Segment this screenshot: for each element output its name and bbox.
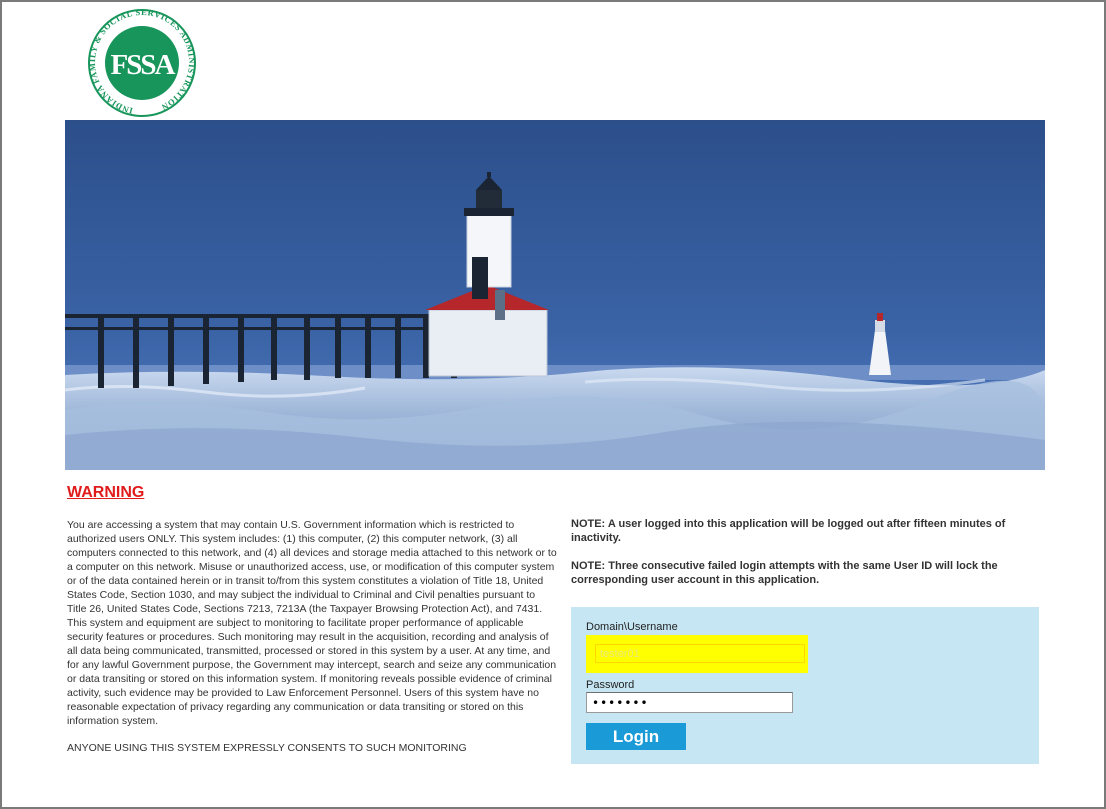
password-input[interactable] <box>586 692 793 713</box>
lockout-note: NOTE: Three consecutive failed login att… <box>571 560 998 586</box>
login-button[interactable]: Login <box>586 723 686 750</box>
username-input[interactable] <box>595 644 805 663</box>
logo-monogram: FSSA <box>111 49 176 81</box>
warning-title: WARNING <box>67 484 145 501</box>
inactivity-note: NOTE: A user logged into this applicatio… <box>571 518 1006 544</box>
fssa-logo: INDIANA FAMILY & SOCIAL SERVICES ADMINIS… <box>87 8 197 117</box>
monitoring-consent: ANYONE USING THIS SYSTEM EXPRESSLY CONSE… <box>67 742 467 754</box>
login-panel: Domain\Username Password Login <box>571 607 1039 764</box>
page-frame: INDIANA FAMILY & SOCIAL SERVICES ADMINIS… <box>0 0 1106 809</box>
password-label: Password <box>586 679 635 691</box>
username-highlight <box>586 635 808 673</box>
warning-body: You are accessing a system that may cont… <box>67 519 557 727</box>
username-label: Domain\Username <box>586 621 678 633</box>
lighthouse-banner <box>65 120 1045 470</box>
